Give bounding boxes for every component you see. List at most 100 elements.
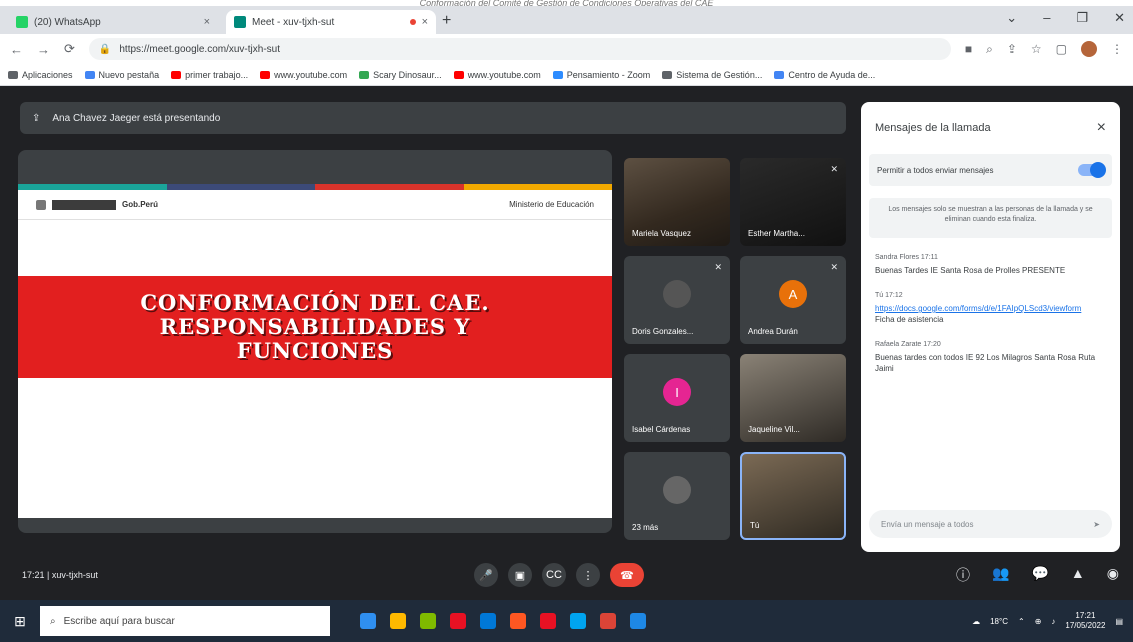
bookmark-label: Nuevo pestaña bbox=[98, 69, 160, 80]
chat-input[interactable]: Envía un mensaje a todos ➤ bbox=[869, 510, 1112, 538]
task-view-icon[interactable] bbox=[360, 613, 376, 629]
info-icon[interactable]: ⓘ bbox=[956, 565, 970, 585]
camera-indicator-icon[interactable]: ■ bbox=[965, 42, 972, 56]
bookmark-item[interactable]: www.youtube.com bbox=[453, 70, 541, 80]
mic-off-icon: ✕ bbox=[830, 164, 838, 174]
volume-icon[interactable]: ♪ bbox=[1051, 617, 1055, 626]
self-tile[interactable]: Tú bbox=[740, 452, 846, 540]
share-icon[interactable]: ⇪ bbox=[1007, 42, 1017, 56]
app-icon[interactable] bbox=[450, 613, 466, 629]
chat-icon[interactable]: 💬 bbox=[1031, 565, 1048, 585]
app-icon[interactable] bbox=[510, 613, 526, 629]
participant-name: Jaqueline Vil... bbox=[748, 425, 800, 434]
meeting-info: 17:21 | xuv-tjxh-sut bbox=[22, 570, 98, 580]
network-icon[interactable]: ⊕ bbox=[1035, 617, 1042, 626]
chat-message: Sandra Flores 17:11 Buenas Tardes IE San… bbox=[875, 252, 1106, 276]
bookmark-item[interactable]: Nuevo pestaña bbox=[84, 69, 160, 80]
bookmark-label: Sistema de Gestión... bbox=[676, 69, 763, 80]
presentation-stage[interactable]: Gob.Perú Ministerio de Educación CONFORM… bbox=[18, 150, 612, 533]
message-link[interactable]: https://docs.google.com/forms/d/e/1FAIpQ… bbox=[875, 303, 1106, 314]
camera-button[interactable]: ▣ bbox=[508, 563, 532, 587]
bookmark-icon bbox=[774, 70, 785, 79]
chevron-up-icon[interactable]: ⌃ bbox=[1018, 617, 1025, 626]
profile-avatar[interactable] bbox=[1081, 41, 1097, 57]
bookmark-item[interactable]: primer trabajo... bbox=[171, 70, 248, 80]
more-options-button[interactable]: ⋮ bbox=[576, 563, 600, 587]
weather-icon[interactable]: ☁ bbox=[972, 617, 980, 626]
new-tab-button[interactable]: + bbox=[442, 12, 451, 30]
meet-area: ⇪ Ana Chavez Jaeger está presentando Gob… bbox=[0, 86, 1133, 600]
chevron-down-icon[interactable]: ⌄ bbox=[1006, 10, 1017, 26]
message-sender: Tú 17:12 bbox=[875, 292, 903, 299]
close-icon[interactable]: × bbox=[422, 16, 428, 28]
clock-time: 17:21 bbox=[1075, 611, 1096, 620]
participant-name: 23 más bbox=[632, 523, 659, 532]
minimize-button[interactable]: – bbox=[1043, 10, 1050, 26]
bookmark-item[interactable]: Pensamiento - Zoom bbox=[552, 69, 651, 80]
taskbar-search[interactable]: ⌕ Escribe aquí para buscar bbox=[40, 606, 330, 636]
participant-name: Esther Martha... bbox=[748, 229, 805, 238]
slide-title-banner: CONFORMACIÓN DEL CAE. RESPONSABILIDADES … bbox=[18, 276, 612, 378]
window-close-button[interactable]: ✕ bbox=[1114, 10, 1125, 26]
mic-button[interactable]: 🎤 bbox=[474, 563, 498, 587]
host-controls-icon[interactable]: ◉ bbox=[1107, 565, 1119, 585]
taskbar-apps bbox=[360, 613, 646, 629]
tab-search-icon[interactable]: ▢ bbox=[1056, 42, 1067, 56]
bookmark-label: Pensamiento - Zoom bbox=[566, 69, 651, 80]
bookmark-item[interactable]: Centro de Ayuda de... bbox=[774, 70, 875, 80]
tab-title: Meet - xuv-tjxh-sut bbox=[252, 16, 335, 28]
close-icon[interactable]: × bbox=[204, 16, 210, 28]
file-explorer-icon[interactable] bbox=[390, 613, 406, 629]
forward-icon[interactable]: → bbox=[37, 42, 50, 57]
chrome-icon[interactable] bbox=[600, 613, 616, 629]
notifications-icon[interactable]: ▤ bbox=[1115, 617, 1123, 626]
app-icon[interactable] bbox=[540, 613, 556, 629]
back-icon[interactable]: ← bbox=[10, 42, 23, 57]
captions-button[interactable]: CC bbox=[542, 563, 566, 587]
app-icon[interactable] bbox=[420, 613, 436, 629]
zoom-icon[interactable]: ⌕ bbox=[986, 42, 993, 57]
bookmarks-bar: Aplicaciones Nuevo pestaña primer trabaj… bbox=[0, 64, 1133, 86]
gob-peru-logo: Gob.Perú bbox=[36, 199, 158, 210]
send-icon[interactable]: ➤ bbox=[1093, 520, 1100, 529]
tab-whatsapp[interactable]: (20) WhatsApp × bbox=[8, 10, 218, 34]
bookmark-item[interactable]: www.youtube.com bbox=[260, 70, 347, 80]
maximize-button[interactable]: ❐ bbox=[1076, 10, 1088, 26]
close-icon[interactable]: × bbox=[1097, 119, 1106, 137]
activities-icon[interactable]: ▲ bbox=[1071, 565, 1085, 585]
participant-tile[interactable]: ✕ A Andrea Durán bbox=[740, 256, 846, 344]
participant-tile[interactable]: Jaqueline Vil... bbox=[740, 354, 846, 442]
address-bar-row: ← → ⟳ 🔒 https://meet.google.com/xuv-tjxh… bbox=[0, 34, 1133, 64]
tab-meet[interactable]: Meet - xuv-tjxh-sut × bbox=[226, 10, 436, 34]
reload-icon[interactable]: ⟳ bbox=[64, 41, 75, 57]
chat-input-placeholder: Envía un mensaje a todos bbox=[881, 519, 974, 529]
bookmark-item[interactable]: Scary Dinosaur... bbox=[359, 70, 442, 80]
windows-start-button[interactable]: ⊞ bbox=[0, 613, 40, 630]
url-text[interactable]: https://meet.google.com/xuv-tjxh-sut bbox=[119, 44, 280, 55]
youtube-icon bbox=[260, 70, 271, 79]
people-icon[interactable]: 👥 bbox=[992, 565, 1009, 585]
chat-panel: Mensajes de la llamada × Permitir a todo… bbox=[861, 102, 1120, 552]
browser-actions: ■ ⌕ ⇪ ☆ ▢ ⋮ bbox=[965, 41, 1123, 57]
avatar bbox=[663, 476, 691, 504]
weather-text[interactable]: 18°C bbox=[990, 617, 1008, 626]
edge-icon[interactable] bbox=[570, 613, 586, 629]
participant-tile[interactable]: I Isabel Cárdenas bbox=[624, 354, 730, 442]
participant-tile[interactable]: ✕ Esther Martha... bbox=[740, 158, 846, 246]
participant-tile[interactable]: 23 más bbox=[624, 452, 730, 540]
omnibox[interactable]: 🔒 https://meet.google.com/xuv-tjxh-sut bbox=[88, 38, 951, 60]
bookmark-item[interactable]: Sistema de Gestión... bbox=[662, 70, 762, 80]
participant-name: Mariela Vasquez bbox=[632, 229, 691, 238]
allow-messages-toggle[interactable] bbox=[1078, 162, 1106, 178]
end-call-button[interactable]: ☎ bbox=[610, 563, 644, 587]
word-icon[interactable] bbox=[630, 613, 646, 629]
participant-tile[interactable]: ✕ Doris Gonzales... bbox=[624, 256, 730, 344]
mic-off-icon: ✕ bbox=[830, 262, 838, 272]
clock[interactable]: 17:21 17/05/2022 bbox=[1065, 611, 1105, 631]
app-icon[interactable] bbox=[480, 613, 496, 629]
participant-tile[interactable]: Mariela Vasquez bbox=[624, 158, 730, 246]
bookmark-item[interactable]: Aplicaciones bbox=[8, 70, 73, 80]
menu-icon[interactable]: ⋮ bbox=[1111, 42, 1123, 56]
allow-messages-row: Permitir a todos enviar mensajes bbox=[869, 154, 1112, 186]
star-icon[interactable]: ☆ bbox=[1031, 42, 1042, 56]
